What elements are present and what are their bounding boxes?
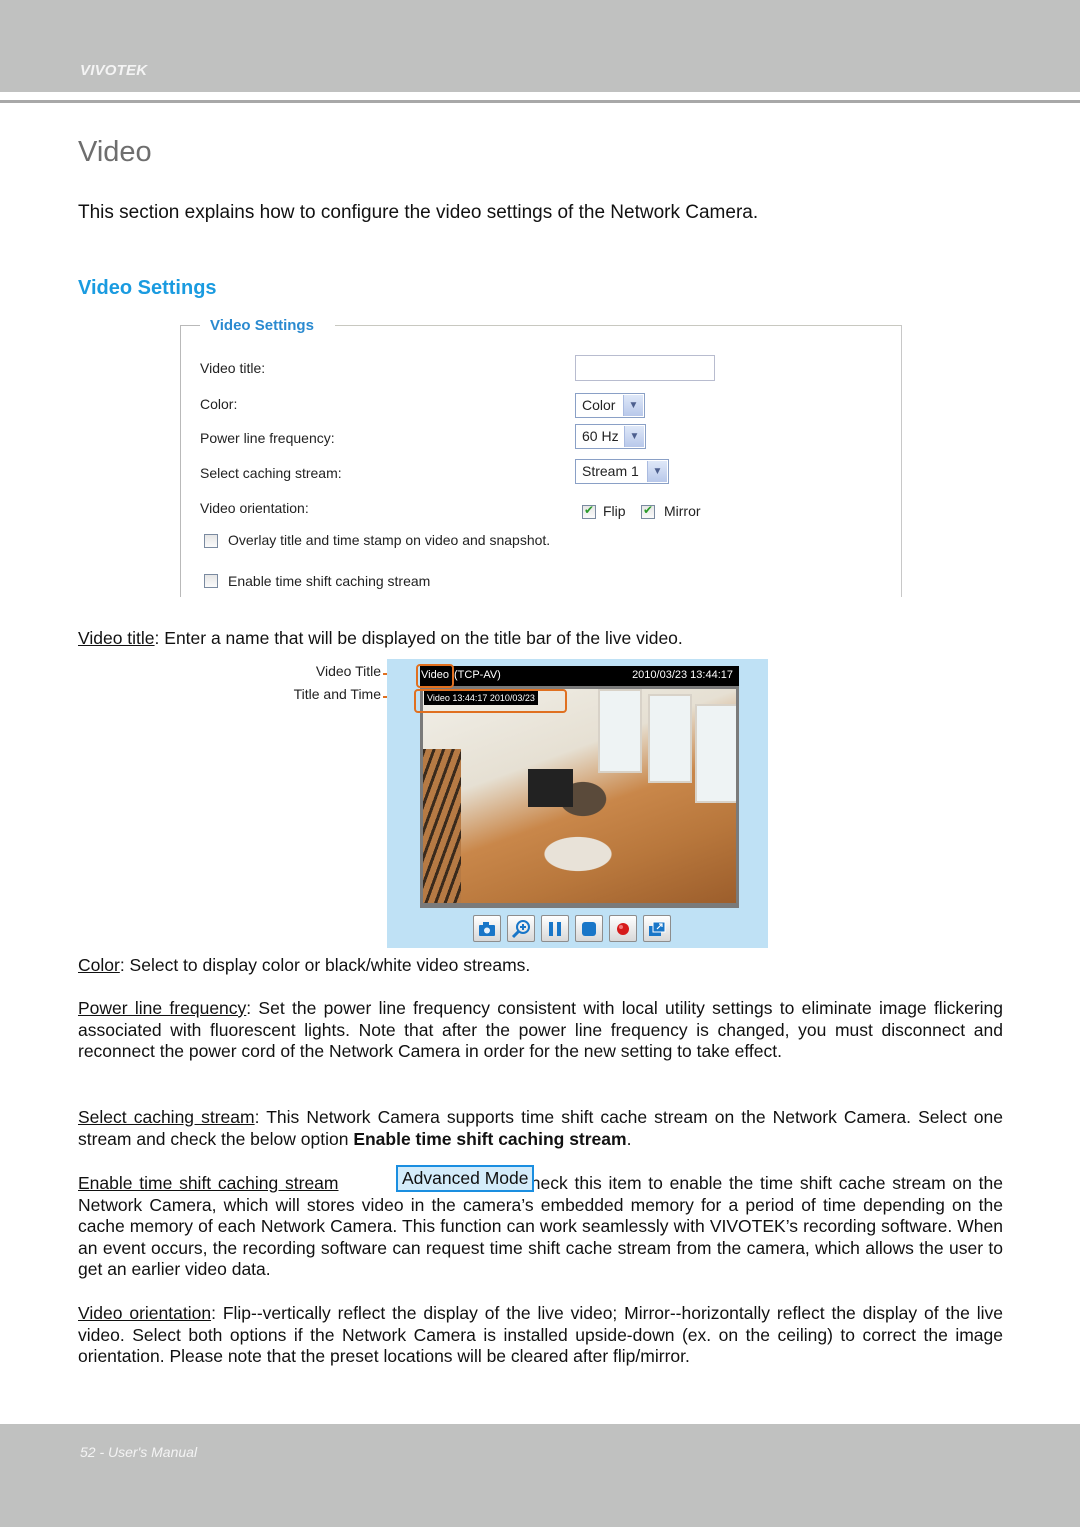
video-title-bar: Video (TCP-AV) 2010/03/23 13:44:17 xyxy=(420,666,739,686)
scene-window xyxy=(648,694,692,783)
chevron-down-icon: ▼ xyxy=(624,426,644,447)
video-settings-panel: Video Settings Video title: Color: Color… xyxy=(180,317,902,597)
protocol-text: (TCP-AV) xyxy=(454,669,501,681)
snapshot-button[interactable] xyxy=(473,915,501,942)
flip-checkbox[interactable] xyxy=(582,503,596,519)
digital-zoom-button[interactable] xyxy=(507,915,535,942)
title-time-highlight xyxy=(414,689,567,713)
record-icon xyxy=(617,923,629,935)
overlay-checkbox[interactable] xyxy=(204,534,218,548)
chevron-down-icon: ▼ xyxy=(647,461,667,482)
advanced-mode-badge: Advanced Mode xyxy=(396,1165,535,1192)
intro-text: This section explains how to configure t… xyxy=(78,202,759,223)
zoom-in-icon xyxy=(511,920,530,939)
paragraph-caching-stream: Select caching stream: This Network Came… xyxy=(78,1107,1003,1150)
time-shift-label: Enable time shift caching stream xyxy=(228,573,431,589)
paragraph-color: Color: Select to display color or black/… xyxy=(78,955,1003,977)
chevron-down-icon: ▼ xyxy=(623,395,643,416)
callout-title-and-time: Title and Time xyxy=(293,686,381,702)
paragraph-video-title: Video title: Enter a name that will be d… xyxy=(78,628,1003,650)
term: Enable time shift caching stream xyxy=(78,1173,339,1193)
caching-stream-select[interactable]: Stream 1 ▼ xyxy=(575,459,669,484)
mirror-checkbox[interactable] xyxy=(641,503,655,519)
scene-window xyxy=(598,689,642,773)
stop-button[interactable] xyxy=(575,915,603,942)
punctuation: . xyxy=(626,1128,632,1149)
section-heading: Video Settings xyxy=(78,277,217,299)
paragraph-video-orientation: Video orientation: Flip--vertically refl… xyxy=(78,1303,1003,1368)
video-title-input[interactable] xyxy=(575,355,715,381)
footer-band xyxy=(0,1424,1080,1527)
video-frame xyxy=(420,686,739,908)
callout-video-title: Video Title xyxy=(315,663,381,679)
caching-stream-value: Stream 1 xyxy=(582,463,639,479)
term: Select caching stream xyxy=(78,1107,255,1127)
header-divider xyxy=(0,100,1080,103)
description: : Enter a name that will be displayed on… xyxy=(154,628,683,648)
fullscreen-icon xyxy=(649,921,666,936)
color-select-value: Color xyxy=(582,397,616,413)
video-title-label: Video title: xyxy=(200,360,266,376)
pause-icon xyxy=(549,922,561,936)
color-label: Color: xyxy=(200,396,238,412)
video-title-highlight xyxy=(416,664,454,688)
description: : Flip--vertically reflect the display o… xyxy=(78,1303,1003,1367)
scene-stair-rail xyxy=(423,749,461,903)
caching-stream-label: Select caching stream: xyxy=(200,465,342,481)
panel-border xyxy=(335,325,902,326)
term: Video title xyxy=(78,628,155,648)
camera-icon xyxy=(479,922,495,936)
term: Power line frequency xyxy=(78,998,247,1018)
flip-label: Flip xyxy=(603,503,626,519)
page-title: Video xyxy=(78,136,152,168)
color-select[interactable]: Color ▼ xyxy=(575,393,645,418)
panel-border xyxy=(180,325,181,597)
stop-icon xyxy=(582,922,596,936)
time-shift-checkbox[interactable] xyxy=(204,574,218,588)
description: : Select to display color or black/white… xyxy=(119,955,531,975)
bold-option: Enable time shift caching stream xyxy=(353,1128,627,1149)
power-line-frequency-value: 60 Hz xyxy=(582,428,619,444)
power-line-frequency-select[interactable]: 60 Hz ▼ xyxy=(575,424,646,449)
scene-fireplace xyxy=(528,769,573,807)
panel-border xyxy=(180,325,200,326)
live-video-view: Video (TCP-AV) 2010/03/23 13:44:17 Video… xyxy=(387,659,768,948)
live-video-image xyxy=(423,689,736,903)
scene-window xyxy=(695,704,736,803)
brand-logo: VIVOTEK xyxy=(80,62,148,79)
term: Color xyxy=(78,955,120,975)
datetime-text: 2010/03/23 13:44:17 xyxy=(632,669,733,681)
mirror-label: Mirror xyxy=(664,503,701,519)
video-orientation-label: Video orientation: xyxy=(200,500,309,516)
record-button[interactable] xyxy=(609,915,637,942)
fullscreen-button[interactable] xyxy=(643,915,671,942)
header-band: VIVOTEK xyxy=(0,0,1080,92)
paragraph-power-line-frequency: Power line frequency: Set the power line… xyxy=(78,998,1003,1063)
paragraph-time-shift: Enable time shift caching stream: Check … xyxy=(78,1173,1003,1281)
overlay-label: Overlay title and time stamp on video an… xyxy=(228,532,551,548)
power-line-frequency-label: Power line frequency: xyxy=(200,430,335,446)
pause-button[interactable] xyxy=(541,915,569,942)
panel-border xyxy=(901,325,902,597)
panel-legend: Video Settings xyxy=(210,317,314,334)
page-number: 52 - User's Manual xyxy=(80,1444,198,1460)
term: Video orientation xyxy=(78,1303,212,1323)
